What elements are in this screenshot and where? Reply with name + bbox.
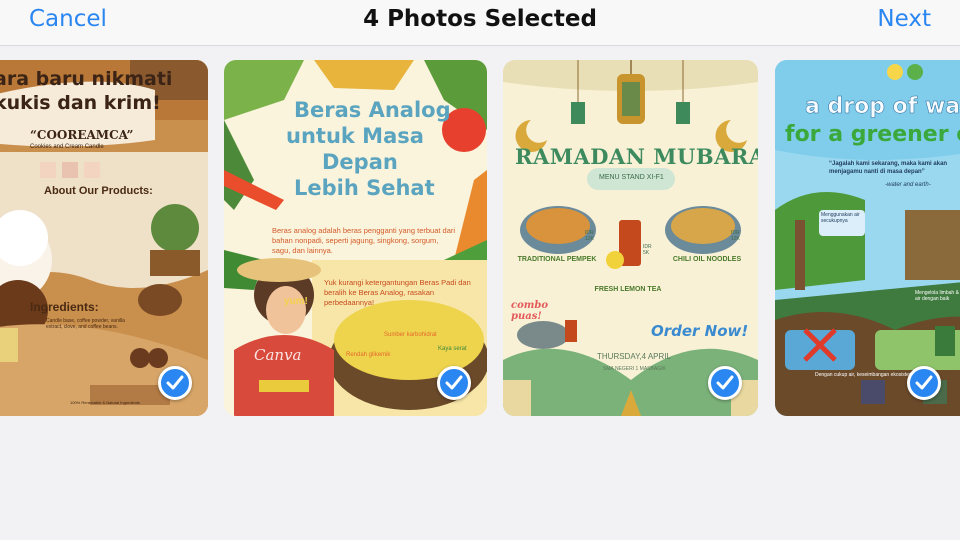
poster-brand-sub: Cookies and Cream Candle bbox=[30, 144, 104, 150]
poster-brand: “COOREAMCA” bbox=[30, 128, 134, 142]
poster-subtitle: MENU STAND XI-F1 bbox=[599, 174, 664, 181]
poster-title-2: untuk Masa bbox=[286, 124, 424, 148]
poster-date: THURSDAY,4 APRIL bbox=[597, 352, 671, 361]
selected-checkmark-icon[interactable] bbox=[708, 366, 742, 400]
poster-headline-2: kukis dan krim! bbox=[0, 92, 161, 114]
poster-item-1: TRADITIONAL PEMPEK bbox=[517, 256, 597, 263]
poster-price-1: IDR 12K bbox=[585, 230, 594, 242]
poster-body: Beras analog adalah beras pengganti yang… bbox=[272, 226, 456, 255]
poster-price-2: IDR 5K bbox=[643, 244, 652, 256]
photo-thumbnail-2[interactable]: Beras Analog untuk Masa Depan Lebih Seha… bbox=[224, 60, 487, 416]
selected-checkmark-icon[interactable] bbox=[437, 366, 471, 400]
poster-item-3: CHILI OIL NOODLES bbox=[672, 256, 742, 263]
selected-checkmark-icon[interactable] bbox=[907, 366, 941, 400]
poster-title-2: for a greener e bbox=[785, 122, 960, 147]
poster-price-3: IDR 12K bbox=[731, 230, 740, 242]
poster-yum: yum! bbox=[284, 296, 308, 307]
navigation-bar: Cancel 4 Photos Selected Next bbox=[0, 0, 960, 46]
poster-cta: Yuk kurangi ketergantungan Beras Padi da… bbox=[324, 278, 471, 307]
poster-order: Order Now! bbox=[651, 322, 749, 340]
next-button[interactable]: Next bbox=[877, 6, 931, 32]
poster-combo: combo puas! bbox=[511, 300, 549, 322]
poster-label-sumber: Sumber karbohidrat bbox=[384, 332, 437, 338]
poster-footer: 100% Renewable & Natural Ingredients bbox=[70, 400, 141, 405]
ramadan-menu-poster-art bbox=[503, 60, 758, 416]
poster-about: About Our Products: bbox=[44, 185, 153, 197]
poster-label-rendah: Rendah glikemik bbox=[346, 352, 391, 358]
poster-quote: “Jagalah kami sekarang, maka kami akan m… bbox=[829, 161, 948, 175]
photo-thumbnail-3[interactable]: RAMADAN MUBARAK MENU STAND XI-F1 TRADITI… bbox=[503, 60, 758, 416]
poster-location: SMA NEGERI 1 MASBAGIK bbox=[603, 366, 666, 372]
poster-title-1: Beras Analog bbox=[294, 98, 451, 122]
poster-ingredients-text: Candle base, coffee powder, vanilla extr… bbox=[46, 318, 125, 330]
selected-photos-strip[interactable]: ara baru nikmati kukis dan krim! “COOREA… bbox=[0, 46, 960, 431]
selected-checkmark-icon[interactable] bbox=[158, 366, 192, 400]
poster-title-4: Lebih Sehat bbox=[294, 176, 435, 200]
poster-title-3: Depan bbox=[322, 150, 398, 174]
poster-ingredients: Ingredients: bbox=[30, 300, 99, 314]
poster-title-1: a drop of wat bbox=[805, 94, 960, 120]
poster-title: RAMADAN MUBARAK bbox=[515, 144, 758, 169]
poster-item-2: FRESH LEMON TEA bbox=[594, 286, 662, 293]
poster-headline-1: ara baru nikmati bbox=[0, 68, 173, 90]
poster-label-kaya: Kaya serat bbox=[438, 346, 467, 352]
photo-thumbnail-1[interactable]: ara baru nikmati kukis dan krim! “COOREA… bbox=[0, 60, 208, 416]
photo-thumbnail-4[interactable]: a drop of wat for a greener e “Jagalah k… bbox=[775, 60, 960, 416]
page-title: 4 Photos Selected bbox=[363, 6, 597, 32]
poster-step-1: Menggunakan air secukupnya bbox=[821, 212, 860, 224]
poster-sign: -water and earth- bbox=[885, 182, 931, 188]
poster-step-2: Mengelola limbah & air dengan baik bbox=[915, 290, 959, 302]
canva-watermark: Canva bbox=[254, 346, 302, 364]
poster-footer: Dengan cukup air, keseimbangan ekosistem bbox=[815, 372, 914, 378]
